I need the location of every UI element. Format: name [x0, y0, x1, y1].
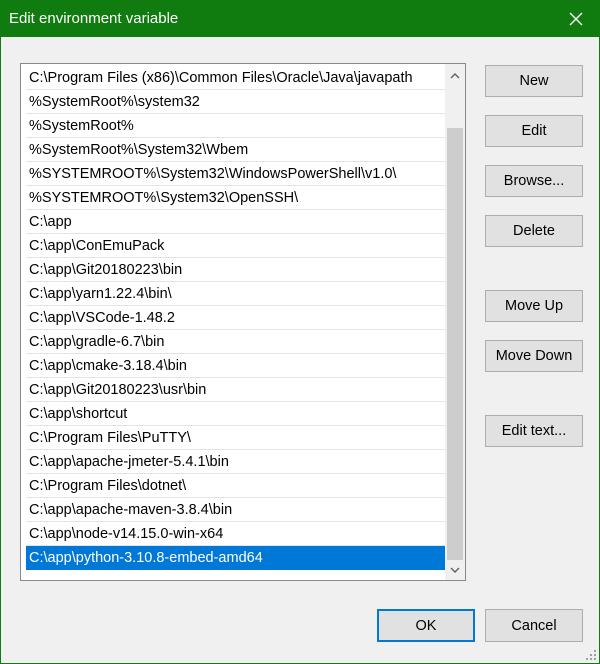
- path-list-item[interactable]: C:\app\Git20180223\bin: [26, 258, 445, 282]
- close-button[interactable]: [553, 1, 599, 37]
- chevron-up-icon: [450, 73, 460, 79]
- vertical-scrollbar[interactable]: [445, 64, 465, 580]
- path-list-item[interactable]: C:\app\node-v14.15.0-win-x64: [26, 522, 445, 546]
- path-list-item[interactable]: C:\app: [26, 210, 445, 234]
- path-list-item[interactable]: C:\Program Files\dotnet\: [26, 474, 445, 498]
- path-list[interactable]: C:\Program Files (x86)\Common Files\Orac…: [20, 63, 466, 581]
- path-list-item[interactable]: C:\app\ConEmuPack: [26, 234, 445, 258]
- path-list-item[interactable]: C:\app\cmake-3.18.4\bin: [26, 354, 445, 378]
- cancel-button[interactable]: Cancel: [485, 609, 583, 642]
- scroll-up-button[interactable]: [445, 66, 465, 86]
- edit-button[interactable]: Edit: [485, 115, 583, 147]
- path-list-item[interactable]: C:\app\VSCode-1.48.2: [26, 306, 445, 330]
- ok-button[interactable]: OK: [377, 609, 475, 642]
- title-bar[interactable]: Edit environment variable: [1, 1, 599, 37]
- path-list-item[interactable]: C:\app\apache-maven-3.8.4\bin: [26, 498, 445, 522]
- path-list-item[interactable]: %SystemRoot%\System32\Wbem: [26, 138, 445, 162]
- path-list-item[interactable]: %SYSTEMROOT%\System32\OpenSSH\: [26, 186, 445, 210]
- path-list-item[interactable]: C:\app\Git20180223\usr\bin: [26, 378, 445, 402]
- window-title: Edit environment variable: [9, 10, 179, 27]
- edit-env-variable-dialog: Edit environment variable C:\Program Fil…: [0, 0, 600, 664]
- close-icon: [569, 12, 583, 26]
- scroll-down-button[interactable]: [445, 560, 465, 580]
- path-list-item[interactable]: %SystemRoot%: [26, 114, 445, 138]
- path-list-item[interactable]: C:\app\shortcut: [26, 402, 445, 426]
- scroll-thumb[interactable]: [447, 128, 463, 560]
- path-list-item[interactable]: C:\app\apache-jmeter-5.4.1\bin: [26, 450, 445, 474]
- chevron-down-icon: [450, 567, 460, 573]
- path-list-item[interactable]: C:\Program Files\PuTTY\: [26, 426, 445, 450]
- path-list-item[interactable]: C:\app\python-3.10.8-embed-amd64: [26, 546, 445, 570]
- path-list-item[interactable]: %SystemRoot%\system32: [26, 90, 445, 114]
- move-down-button[interactable]: Move Down: [485, 340, 583, 372]
- delete-button[interactable]: Delete: [485, 215, 583, 247]
- path-list-item[interactable]: C:\app\gradle-6.7\bin: [26, 330, 445, 354]
- move-up-button[interactable]: Move Up: [485, 290, 583, 322]
- path-list-item[interactable]: %SYSTEMROOT%\System32\WindowsPowerShell\…: [26, 162, 445, 186]
- path-list-item[interactable]: C:\Program Files (x86)\Common Files\Orac…: [26, 66, 445, 90]
- path-list-rows: C:\Program Files (x86)\Common Files\Orac…: [26, 66, 445, 570]
- edit-text-button[interactable]: Edit text...: [485, 415, 583, 447]
- resize-grip-icon[interactable]: [585, 649, 597, 661]
- new-button[interactable]: New: [485, 65, 583, 97]
- path-list-item[interactable]: C:\app\yarn1.22.4\bin\: [26, 282, 445, 306]
- browse-button[interactable]: Browse...: [485, 165, 583, 197]
